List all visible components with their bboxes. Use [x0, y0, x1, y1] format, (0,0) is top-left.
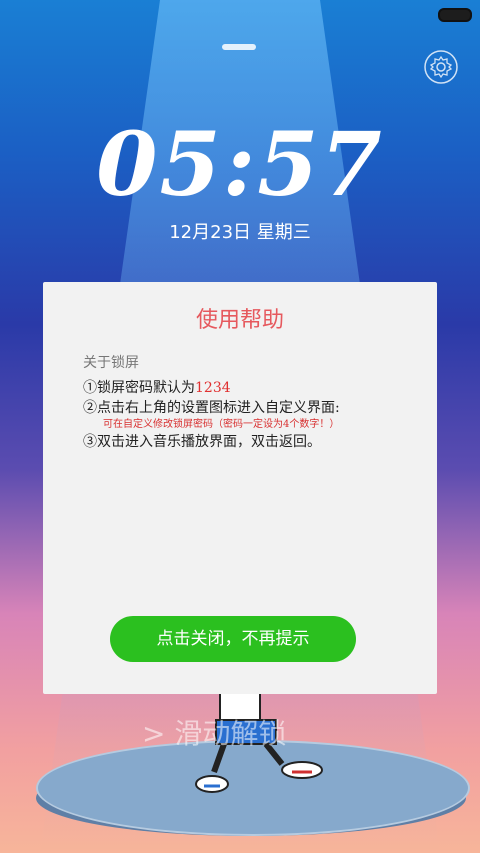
help-item-1: ①锁屏密码默认为1234 [83, 378, 423, 398]
gear-icon[interactable] [424, 50, 458, 84]
unlock-hint-text: 滑动解锁 [174, 717, 287, 750]
close-dont-show-again-button[interactable]: 点击关闭，不再提示 [110, 616, 356, 662]
default-password: 1234 [195, 380, 231, 396]
battery-icon [438, 8, 472, 22]
section-label: 关于锁屏 [83, 355, 139, 371]
help-dialog: 使用帮助 关于锁屏 ①锁屏密码默认为1234 ②点击右上角的设置图标进入自定义界… [43, 282, 437, 694]
help-item-2: ②点击右上角的设置图标进入自定义界面: [83, 400, 340, 416]
chevron-right-icon: > [142, 717, 166, 750]
dialog-body: 关于锁屏 ①锁屏密码默认为1234 ②点击右上角的设置图标进入自定义界面: 可在… [83, 352, 423, 452]
dialog-title: 使用帮助 [195, 308, 284, 333]
drag-handle[interactable] [222, 44, 256, 50]
help-item-2-note: 可在自定义修改锁屏密码（密码一定设为4个数字！） [103, 419, 340, 430]
clock-time: 05:57 [96, 112, 384, 216]
help-item-1-text: ①锁屏密码默认为 [83, 380, 195, 396]
date-label: 12月23日 星期三 [169, 222, 311, 243]
help-item-3: ③双击进入音乐播放界面，双击返回。 [83, 434, 321, 450]
swipe-to-unlock[interactable]: > 滑动解锁 [142, 712, 286, 752]
